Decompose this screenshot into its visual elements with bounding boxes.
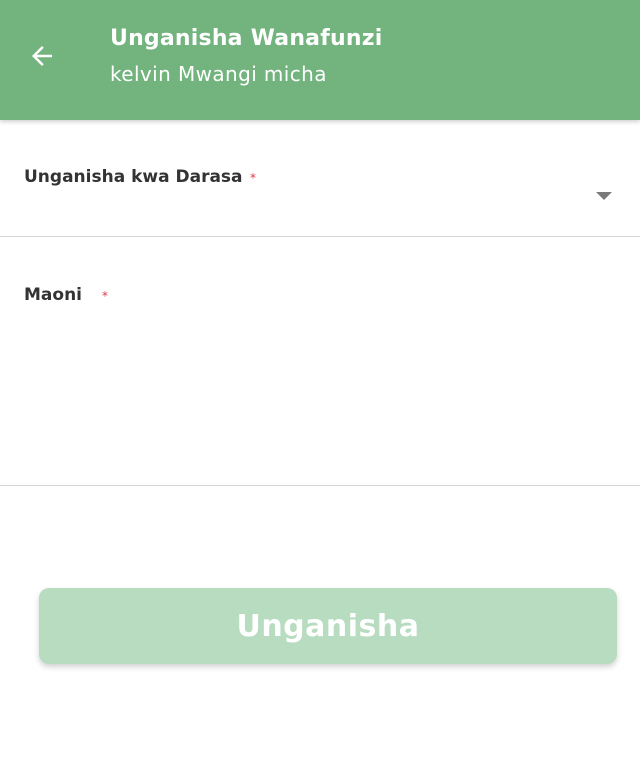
- required-indicator: *: [102, 289, 108, 303]
- comments-label: Maoni: [24, 285, 82, 305]
- dropdown-caret-icon: [596, 192, 612, 200]
- page-title: Unganisha Wanafunzi: [110, 26, 383, 51]
- arrow-left-icon: [27, 41, 57, 75]
- back-button[interactable]: [18, 36, 66, 80]
- page-subtitle: kelvin Mwangi micha: [110, 62, 327, 86]
- required-indicator: *: [250, 171, 256, 185]
- comments-underline: [0, 485, 640, 486]
- class-select-underline: [0, 236, 640, 237]
- class-select-label: Unganisha kwa Darasa: [24, 167, 243, 187]
- submit-button[interactable]: Unganisha: [39, 588, 617, 664]
- comments-textarea[interactable]: [0, 270, 640, 484]
- class-select-dropdown[interactable]: [0, 140, 640, 236]
- app-bar: Unganisha Wanafunzi kelvin Mwangi micha: [0, 0, 640, 120]
